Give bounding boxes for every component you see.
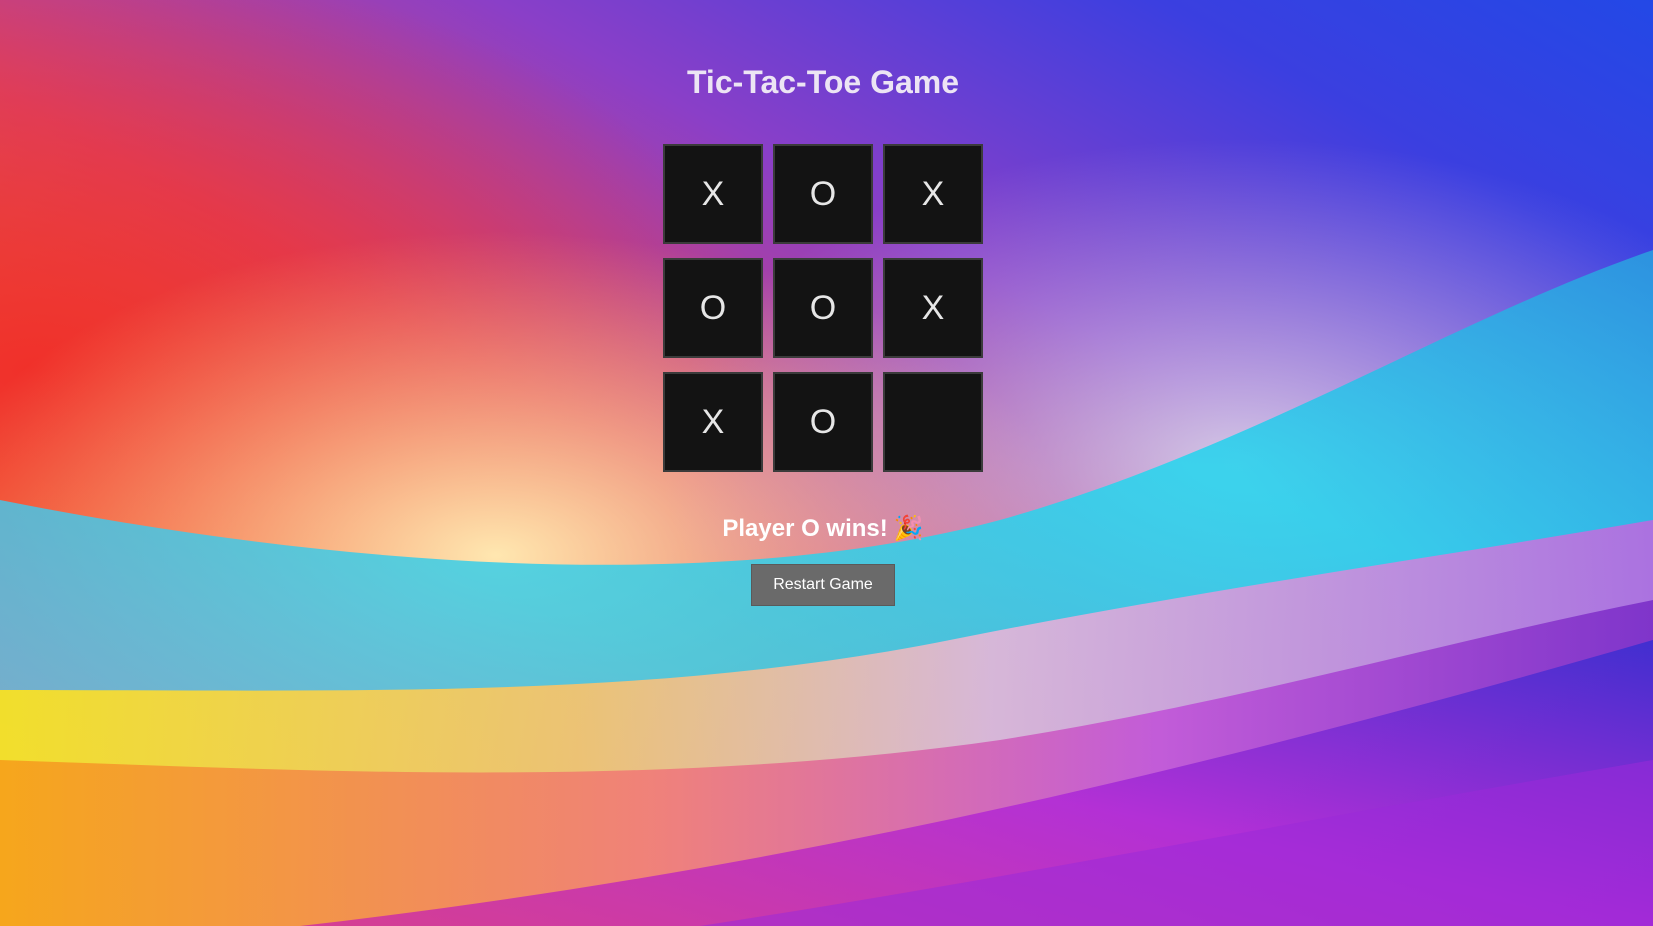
board-cell[interactable]: O [773, 144, 873, 244]
board-cell[interactable]: O [773, 372, 873, 472]
game-status: Player O wins! 🎉 [0, 514, 1646, 544]
board-cell[interactable]: O [663, 258, 763, 358]
party-popper-icon: 🎉 [893, 515, 924, 542]
page-title: Tic-Tac-Toe Game [686, 64, 960, 100]
board-cell[interactable] [883, 372, 983, 472]
status-text: Player O wins! [722, 515, 888, 542]
board-cell[interactable]: X [883, 258, 983, 358]
board-cell[interactable]: X [663, 144, 763, 244]
board-cell[interactable]: X [883, 144, 983, 244]
restart-game-button[interactable]: Restart Game [751, 564, 895, 606]
board-cell[interactable]: X [663, 372, 763, 472]
game-board: X O X O O X X O [663, 144, 987, 476]
board-cell[interactable]: O [773, 258, 873, 358]
